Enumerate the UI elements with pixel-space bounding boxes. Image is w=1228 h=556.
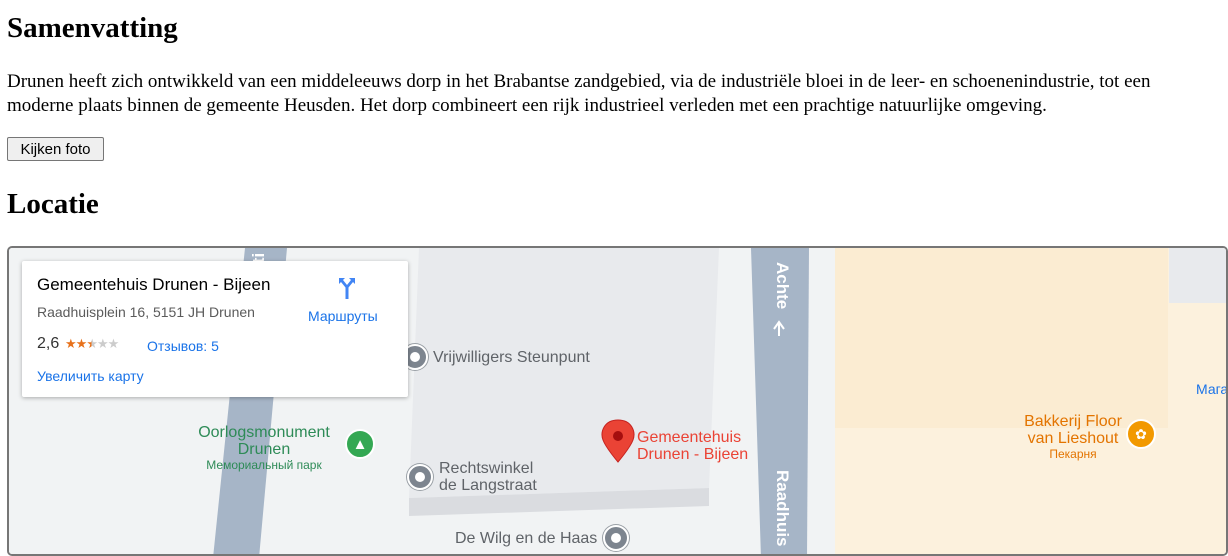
place-rating: 2,6: [37, 335, 60, 352]
poi-bakery[interactable]: Bakkerij Floor van Lieshout Пекарня: [1007, 413, 1139, 461]
restaurant-icon: ✿: [1126, 419, 1156, 449]
reviews-link[interactable]: Отзывов: 5: [147, 338, 219, 354]
pin-label-2: Drunen - Bijeen: [637, 446, 749, 463]
poi-monument-label-2: Drunen: [237, 441, 291, 458]
poi-bakery-label-1: Bakkerij Floor: [1024, 413, 1122, 430]
place-marker-icon: [407, 464, 433, 490]
directions-link[interactable]: Маршруты: [308, 308, 378, 324]
edge-label: Мага: [1196, 381, 1228, 397]
embedded-map[interactable]: ti Achte Raadhuis Vrijwilligers Steunpun…: [7, 246, 1228, 556]
poi-vrijwilligers[interactable]: Vrijwilligers Steunpunt: [402, 344, 590, 370]
enlarge-map-link[interactable]: Увеличить карту: [37, 368, 144, 384]
place-marker-icon: [603, 525, 630, 551]
poi-wilg-label: De Wilg en de Haas: [455, 529, 598, 547]
star-full-icon: ★: [65, 336, 77, 351]
poi-wilg[interactable]: De Wilg en de Haas: [455, 525, 630, 551]
poi-rechtswinkel[interactable]: Rechtswinkel de Langstraat: [407, 460, 537, 494]
pin-label-1: Gemeentehuis: [637, 429, 742, 446]
summary-heading: Samenvatting: [7, 12, 178, 44]
star-empty-icon: ★: [96, 336, 109, 351]
location-heading: Locatie: [7, 188, 99, 220]
street-label-raadhuis: Raadhuis: [773, 470, 792, 547]
view-photo-button[interactable]: Kijken foto: [7, 137, 104, 161]
poi-vrijwilligers-label: Vrijwilligers Steunpunt: [433, 348, 590, 366]
poi-bakery-sub: Пекарня: [1049, 447, 1097, 461]
place-info-card: Gemeentehuis Drunen - Bijeen Raadhuisple…: [22, 261, 408, 397]
directions-icon[interactable]: [334, 275, 360, 301]
poi-monument-sub: Мемориальный парк: [206, 458, 322, 472]
star-half-icon: ★: [86, 336, 98, 351]
poi-rechtswinkel-label-2: de Langstraat: [439, 477, 537, 494]
poi-monument-label-1: Oorlogsmonument: [198, 424, 330, 441]
street-label-achter: Achte: [773, 262, 792, 310]
rating-stars: ★★★★★: [65, 336, 120, 352]
summary-text: Drunen heeft zich ontwikkeld van een mid…: [7, 71, 1151, 116]
poi-monument[interactable]: Oorlogsmonument Drunen Мемориальный парк: [189, 424, 339, 472]
star-full-icon: ★: [75, 336, 88, 351]
place-address: Raadhuisplein 16, 5151 JH Drunen: [37, 304, 255, 320]
tree-icon: ▲: [345, 429, 375, 459]
place-title: Gemeentehuis Drunen - Bijeen: [37, 275, 271, 294]
pin-label: Gemeentehuis Drunen - Bijeen: [637, 429, 748, 463]
poi-rechtswinkel-label-1: Rechtswinkel: [439, 460, 534, 477]
star-empty-icon: ★: [107, 336, 120, 351]
poi-bakery-label-2: van Lieshout: [1027, 430, 1119, 447]
